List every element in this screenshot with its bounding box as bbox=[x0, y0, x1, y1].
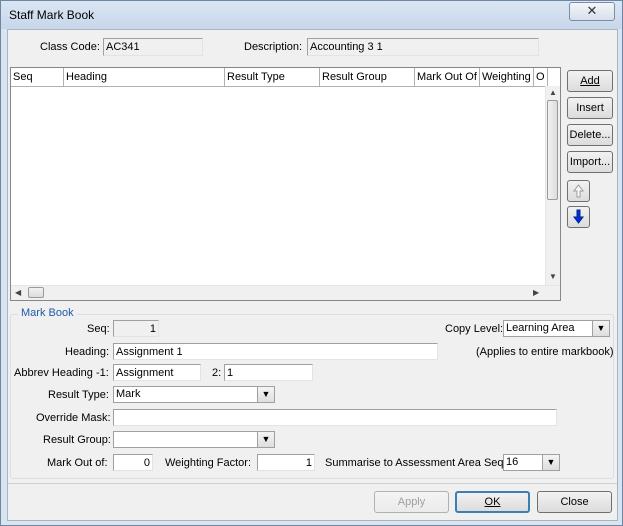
seq-field: 1 bbox=[113, 320, 159, 337]
mark-out-of-input[interactable]: 0 bbox=[113, 454, 153, 471]
weighting-factor-input[interactable]: 1 bbox=[257, 454, 315, 471]
chevron-down-icon[interactable]: ▼ bbox=[592, 321, 609, 336]
window-title: Staff Mark Book bbox=[9, 8, 95, 22]
abbrev-heading-2-input[interactable]: 1 bbox=[224, 364, 313, 381]
insert-button-label: Insert bbox=[576, 102, 604, 114]
override-mask-input[interactable] bbox=[113, 409, 557, 426]
import-button[interactable]: Import... bbox=[567, 151, 613, 173]
column-header-weighting[interactable]: Weighting bbox=[480, 68, 534, 86]
abbrev-heading-2-label: 2: bbox=[212, 367, 222, 379]
scroll-right-arrow-icon[interactable]: ▶ bbox=[533, 288, 539, 298]
class-code-label: Class Code: bbox=[40, 41, 100, 53]
description-field: Accounting 3 1 bbox=[307, 38, 539, 56]
scroll-down-arrow-icon[interactable]: ▼ bbox=[549, 272, 557, 282]
mark-book-group: Mark Book Seq: 1 Copy Level: Learning Ar… bbox=[10, 307, 614, 479]
markbook-grid[interactable]: Seq Heading Result Type Result Group Mar… bbox=[10, 67, 561, 301]
copy-level-label: Copy Level: bbox=[445, 323, 504, 335]
grid-header: Seq Heading Result Type Result Group Mar… bbox=[11, 68, 548, 87]
weighting-factor-label: Weighting Factor: bbox=[165, 457, 252, 469]
add-button[interactable]: Add bbox=[567, 70, 613, 92]
chevron-down-icon[interactable]: ▼ bbox=[257, 387, 274, 402]
result-group-label: Result Group: bbox=[43, 434, 111, 446]
result-group-select[interactable]: ▼ bbox=[113, 431, 275, 448]
grid-horizontal-scrollbar[interactable]: ◀ ▶ bbox=[11, 285, 560, 300]
column-header-mark-out-of[interactable]: Mark Out Of bbox=[415, 68, 480, 86]
column-header-overflow[interactable]: O bbox=[534, 68, 548, 86]
close-icon: ✕ bbox=[586, 3, 598, 18]
result-type-label: Result Type: bbox=[48, 389, 109, 401]
mark-book-group-title: Mark Book bbox=[18, 307, 77, 319]
apply-button[interactable]: Apply bbox=[374, 491, 449, 513]
description-label: Description: bbox=[244, 41, 303, 53]
copy-level-select[interactable]: Learning Area ▼ bbox=[503, 320, 610, 337]
staff-mark-book-window: Staff Mark Book ✕ Class Code: AC341 Desc… bbox=[0, 0, 623, 526]
chevron-down-icon[interactable]: ▼ bbox=[542, 455, 559, 470]
column-header-result-group[interactable]: Result Group bbox=[320, 68, 415, 86]
abbrev-heading-label: Abbrev Heading -1: bbox=[14, 367, 109, 379]
summarise-label: Summarise to Assessment Area Seq: bbox=[325, 457, 507, 469]
close-button-label: Close bbox=[560, 496, 589, 508]
title-bar: Staff Mark Book ✕ bbox=[1, 1, 622, 29]
window-close-button[interactable]: ✕ bbox=[569, 2, 615, 21]
footer-divider bbox=[8, 483, 617, 484]
override-mask-label: Override Mask: bbox=[36, 412, 111, 424]
delete-button[interactable]: Delete... bbox=[567, 124, 613, 146]
seq-label: Seq: bbox=[87, 323, 110, 335]
insert-button[interactable]: Insert bbox=[567, 97, 613, 119]
result-type-select[interactable]: Mark ▼ bbox=[113, 386, 275, 403]
heading-input[interactable]: Assignment 1 bbox=[113, 343, 438, 360]
delete-button-label: Delete... bbox=[569, 129, 611, 141]
grid-vertical-scrollbar[interactable]: ▲ ▼ bbox=[545, 86, 560, 285]
dialog-client-area: Class Code: AC341 Description: Accountin… bbox=[7, 29, 618, 521]
scroll-left-arrow-icon[interactable]: ◀ bbox=[15, 288, 21, 298]
summarise-value: 16 bbox=[506, 456, 519, 468]
close-button[interactable]: Close bbox=[537, 491, 612, 513]
scroll-up-arrow-icon[interactable]: ▲ bbox=[549, 88, 557, 98]
heading-label: Heading: bbox=[65, 346, 110, 358]
horizontal-scroll-thumb[interactable] bbox=[28, 287, 44, 298]
arrow-up-icon bbox=[573, 184, 584, 198]
arrow-down-icon bbox=[573, 209, 584, 224]
add-button-label: Add bbox=[580, 75, 600, 87]
chevron-down-icon[interactable]: ▼ bbox=[257, 432, 274, 447]
move-down-button[interactable] bbox=[567, 206, 590, 228]
copy-level-note: (Applies to entire markbook) bbox=[476, 346, 614, 358]
column-header-heading[interactable]: Heading bbox=[64, 68, 225, 86]
mark-out-of-label: Mark Out of: bbox=[47, 457, 108, 469]
move-up-button[interactable] bbox=[567, 180, 590, 202]
copy-level-value: Learning Area bbox=[506, 322, 575, 334]
ok-button-label: OK bbox=[484, 496, 501, 508]
class-code-field: AC341 bbox=[103, 38, 203, 56]
apply-button-label: Apply bbox=[397, 496, 426, 508]
column-header-seq[interactable]: Seq bbox=[11, 68, 64, 86]
result-type-value: Mark bbox=[116, 388, 141, 400]
summarise-select[interactable]: 16 ▼ bbox=[503, 454, 560, 471]
import-button-label: Import... bbox=[569, 156, 611, 168]
vertical-scroll-thumb[interactable] bbox=[547, 100, 558, 200]
column-header-result-type[interactable]: Result Type bbox=[225, 68, 320, 86]
abbrev-heading-1-input[interactable]: Assignment bbox=[113, 364, 201, 381]
ok-button[interactable]: OK bbox=[455, 491, 530, 513]
